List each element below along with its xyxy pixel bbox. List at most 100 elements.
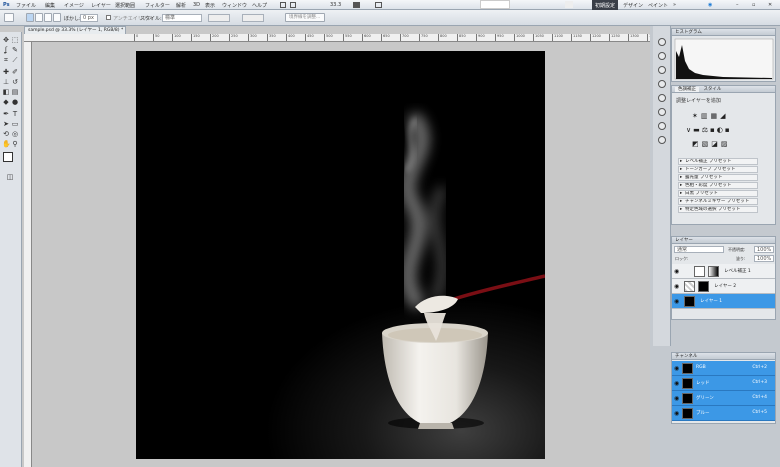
arrange-icon[interactable] (375, 2, 382, 8)
preset-channel-mixer[interactable]: チャンネルミキサー プリセット (678, 198, 758, 205)
style-select[interactable]: 標準 (162, 14, 202, 22)
menu-file[interactable]: ファイル (16, 2, 36, 9)
fill-input[interactable]: 100% (754, 255, 774, 262)
subtract-selection-icon[interactable] (44, 13, 52, 22)
channel-row-blue[interactable]: ◉ ブルー Ctrl+5 (672, 406, 775, 421)
menu-help[interactable]: ヘルプ (252, 2, 267, 9)
marquee-tool-icon[interactable]: ⬚ (11, 36, 19, 44)
visibility-eye-icon[interactable]: ◉ (674, 283, 679, 290)
preset-black-white[interactable]: 白黒 プリセット (678, 190, 758, 197)
swatches-panel-icon[interactable] (658, 94, 666, 102)
eraser-tool-icon[interactable]: ◧ (2, 88, 10, 96)
tab-adjustments[interactable]: 色調補正 (675, 87, 699, 92)
visibility-eye-icon[interactable]: ◉ (674, 268, 679, 275)
pen-tool-icon[interactable]: ✒ (2, 110, 10, 118)
menu-window[interactable]: ウィンドウ (222, 2, 247, 9)
adjustment-icons-row3[interactable]: ◩▧◪▨ (692, 140, 730, 148)
zoom-level[interactable]: 33.3 (330, 2, 341, 8)
layer-row-layer2[interactable]: ◉ レイヤー 2 (672, 279, 775, 294)
canvas[interactable] (136, 51, 545, 459)
cs-live-icon[interactable]: ◉ (708, 2, 712, 8)
workspace-essentials[interactable]: 初期設定 (592, 0, 619, 10)
channel-row-rgb[interactable]: ◉ RGB Ctrl+2 (672, 361, 775, 376)
quick-select-tool-icon[interactable]: ✎ (11, 46, 19, 54)
visibility-eye-icon[interactable]: ◉ (674, 395, 679, 402)
blend-mode-select[interactable]: 通常 (674, 246, 724, 253)
navigator-panel-icon[interactable] (658, 52, 666, 60)
menu-edit[interactable]: 編集 (45, 2, 55, 9)
histogram-panel-title[interactable]: ヒストグラム (672, 29, 775, 36)
3d-rotate-tool-icon[interactable]: ⟲ (2, 130, 10, 138)
workspace-paint[interactable]: ペイント (648, 2, 668, 9)
channel-row-red[interactable]: ◉ レッド Ctrl+3 (672, 376, 775, 391)
height-input[interactable] (242, 14, 264, 22)
tab-styles[interactable]: スタイル (700, 87, 724, 92)
feather-input[interactable]: 0 px (80, 14, 98, 22)
menu-3d[interactable]: 3D (193, 2, 200, 8)
menu-layer[interactable]: レイヤー (91, 2, 111, 9)
antialias-checkbox[interactable] (106, 15, 111, 20)
lasso-tool-icon[interactable]: ʆ (2, 46, 10, 54)
foreground-color-swatch[interactable] (3, 152, 13, 162)
quick-mask-icon[interactable]: ◫ (6, 173, 14, 181)
color-panel-icon[interactable] (658, 80, 666, 88)
opacity-input[interactable]: 100% (754, 246, 774, 253)
crop-tool-icon[interactable]: ⌗ (2, 56, 10, 64)
channels-panel-title[interactable]: チャンネル (672, 353, 775, 360)
shape-tool-icon[interactable]: ▭ (11, 120, 19, 128)
history-panel-icon[interactable] (658, 38, 666, 46)
adjustment-icons-row2[interactable]: ∨▬⚖▪◐▪ (686, 126, 732, 134)
width-input[interactable] (208, 14, 230, 22)
move-tool-icon[interactable]: ✥ (2, 36, 10, 44)
layer-row-layer1[interactable]: ◉ レイヤー 1 (672, 294, 775, 309)
screen-mode-icon[interactable] (353, 2, 360, 8)
refine-edge-button[interactable]: 境界線を調整... (285, 13, 325, 22)
visibility-eye-icon[interactable]: ◉ (674, 298, 679, 305)
type-tool-icon[interactable]: T (11, 110, 19, 118)
dodge-tool-icon[interactable]: ● (11, 98, 19, 106)
channel-row-green[interactable]: ◉ グリーン Ctrl+4 (672, 391, 775, 406)
layers-panel-title[interactable]: レイヤー (672, 237, 775, 244)
visibility-eye-icon[interactable]: ◉ (674, 380, 679, 387)
preset-curves[interactable]: トーンカーブ プリセット (678, 166, 758, 173)
zoom-tool-icon[interactable]: ⚲ (11, 140, 19, 148)
gradient-tool-icon[interactable]: ▤ (11, 88, 19, 96)
eyedropper-tool-icon[interactable]: ⟋ (11, 56, 19, 64)
character-panel-icon[interactable] (658, 136, 666, 144)
hand-tool-icon[interactable]: ✋ (2, 140, 11, 148)
visibility-eye-icon[interactable]: ◉ (674, 365, 679, 372)
preset-selective-color[interactable]: 特定色域の選択 プリセット (678, 206, 758, 213)
blur-tool-icon[interactable]: ◆ (2, 98, 10, 106)
menu-image[interactable]: イメージ (64, 2, 84, 9)
menu-filter[interactable]: フィルター (145, 2, 170, 9)
clone-stamp-tool-icon[interactable]: ⊥ (2, 78, 10, 86)
restore-button[interactable]: ▫ (752, 2, 755, 8)
intersect-selection-icon[interactable] (53, 13, 61, 22)
marquee-tool-preset[interactable] (4, 13, 14, 22)
bridge-icon[interactable] (280, 2, 286, 8)
menu-analysis[interactable]: 解析 (176, 2, 186, 9)
minimize-button[interactable]: – (736, 2, 739, 8)
path-select-tool-icon[interactable]: ➤ (2, 120, 10, 128)
new-selection-icon[interactable] (26, 13, 34, 22)
document-tab[interactable]: sample.psd @ 33.3% (レイヤー 1, RGB/8) * (24, 26, 126, 34)
minibridge-icon[interactable] (290, 2, 296, 8)
preset-hue-saturation[interactable]: 色相・彩度 プリセット (678, 182, 758, 189)
preset-levels[interactable]: レベル補正 プリセット (678, 158, 758, 165)
close-button[interactable]: ✕ (768, 2, 772, 8)
menu-select[interactable]: 選択範囲 (115, 2, 135, 9)
brush-tool-icon[interactable]: ✐ (11, 68, 19, 76)
info-panel-icon[interactable] (658, 66, 666, 74)
brush-panel-icon[interactable] (658, 108, 666, 116)
visibility-eye-icon[interactable]: ◉ (674, 410, 679, 417)
history-brush-tool-icon[interactable]: ↺ (11, 78, 19, 86)
healing-brush-tool-icon[interactable]: ✚ (2, 68, 10, 76)
workspace-more[interactable]: » (673, 2, 676, 8)
workspace-design[interactable]: デザイン (623, 2, 643, 9)
adjustment-icons-row1[interactable]: ✶▥▦◢ (692, 112, 728, 120)
menu-view[interactable]: 表示 (205, 2, 215, 9)
3d-orbit-tool-icon[interactable]: ◎ (11, 130, 19, 138)
clone-source-panel-icon[interactable] (658, 122, 666, 130)
add-selection-icon[interactable] (35, 13, 43, 22)
preset-exposure[interactable]: 露光量 プリセット (678, 174, 758, 181)
